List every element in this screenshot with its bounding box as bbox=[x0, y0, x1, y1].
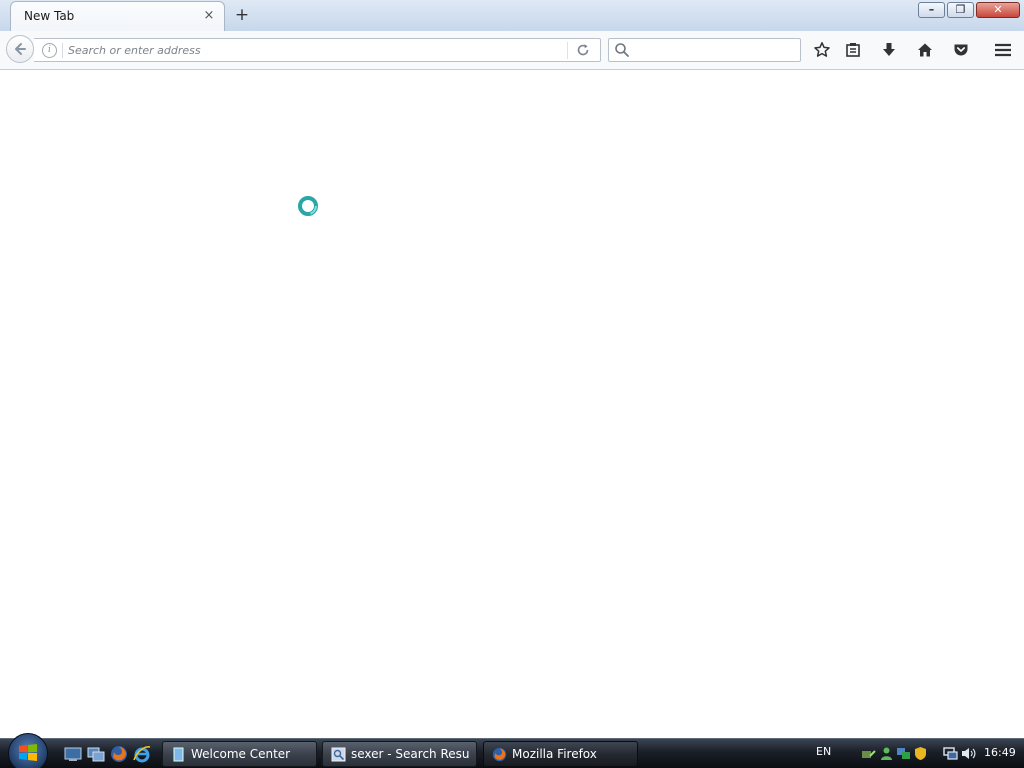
tab-new-tab[interactable]: New Tab × bbox=[10, 1, 225, 31]
bookmark-button[interactable] bbox=[811, 39, 833, 61]
page-content bbox=[0, 70, 1024, 738]
search-input[interactable] bbox=[635, 41, 795, 59]
taskbar-button-welcome-center[interactable]: Welcome Center bbox=[162, 741, 317, 767]
back-button[interactable] bbox=[6, 35, 34, 63]
close-icon: ✕ bbox=[993, 3, 1003, 16]
home-icon bbox=[918, 43, 932, 57]
new-tab-button[interactable]: + bbox=[232, 5, 252, 25]
reading-list-button[interactable] bbox=[842, 39, 864, 61]
navigation-toolbar: i bbox=[0, 31, 1024, 70]
reading-list-icon bbox=[846, 43, 860, 57]
security-icon[interactable] bbox=[913, 746, 928, 761]
pocket-button[interactable] bbox=[950, 39, 972, 61]
open-menu-button[interactable] bbox=[992, 39, 1014, 61]
maximize-icon: ❐ bbox=[955, 3, 966, 16]
download-icon bbox=[883, 43, 895, 56]
start-button[interactable] bbox=[8, 733, 48, 768]
internet-explorer-icon[interactable] bbox=[133, 745, 151, 763]
taskbar: Welcome Center sexer - Search Resul... M… bbox=[0, 733, 1024, 768]
windows-logo-icon bbox=[19, 744, 37, 761]
firefox-icon bbox=[492, 747, 507, 762]
url-bar[interactable]: i bbox=[34, 38, 601, 62]
network-icon[interactable] bbox=[896, 746, 911, 761]
taskbar-button-label: sexer - Search Resul... bbox=[351, 747, 470, 761]
language-indicator[interactable]: EN bbox=[816, 745, 831, 758]
bookmark-star-icon bbox=[814, 42, 830, 57]
maximize-button[interactable]: ❐ bbox=[947, 2, 974, 18]
network-share-icon[interactable] bbox=[861, 746, 876, 761]
reload-icon bbox=[577, 44, 589, 56]
tab-title: New Tab bbox=[24, 9, 75, 23]
close-window-button[interactable]: ✕ bbox=[976, 2, 1020, 18]
downloads-button[interactable] bbox=[878, 39, 900, 61]
site-info-icon[interactable]: i bbox=[42, 43, 57, 58]
window-controls: – ❐ ✕ bbox=[918, 2, 1020, 20]
taskbar-button-label: Welcome Center bbox=[191, 747, 291, 761]
display-icon[interactable] bbox=[943, 746, 958, 761]
pocket-icon bbox=[954, 44, 968, 56]
search-bar[interactable] bbox=[608, 38, 801, 62]
minimize-button[interactable]: – bbox=[918, 2, 945, 18]
reload-button[interactable] bbox=[574, 41, 592, 59]
firefox-icon[interactable] bbox=[110, 745, 128, 763]
volume-icon[interactable] bbox=[961, 746, 976, 761]
minimize-icon: – bbox=[928, 3, 935, 16]
close-tab-icon[interactable]: × bbox=[202, 9, 216, 23]
messenger-icon[interactable] bbox=[879, 746, 894, 761]
search-icon bbox=[615, 43, 629, 57]
show-desktop-icon[interactable] bbox=[64, 745, 82, 763]
taskbar-button-label: Mozilla Firefox bbox=[512, 747, 597, 761]
reload-divider bbox=[567, 42, 568, 59]
address-input[interactable] bbox=[68, 41, 558, 59]
tab-strip: New Tab × + – ❐ ✕ bbox=[0, 0, 1024, 31]
url-divider bbox=[62, 43, 63, 58]
menu-icon bbox=[995, 43, 1011, 57]
welcome-center-icon bbox=[173, 747, 184, 762]
taskbar-button-mozilla-firefox[interactable]: Mozilla Firefox bbox=[483, 741, 638, 767]
taskbar-button-search-results[interactable]: sexer - Search Resul... bbox=[322, 741, 477, 767]
screen: New Tab × + – ❐ ✕ i Search or enter addr… bbox=[0, 0, 1024, 768]
home-button[interactable] bbox=[914, 39, 936, 61]
switch-windows-icon[interactable] bbox=[87, 745, 105, 763]
system-clock[interactable]: 16:49 bbox=[984, 746, 1016, 759]
loading-spinner-icon bbox=[298, 196, 318, 216]
back-arrow-icon bbox=[15, 43, 26, 55]
search-results-icon bbox=[331, 747, 346, 762]
